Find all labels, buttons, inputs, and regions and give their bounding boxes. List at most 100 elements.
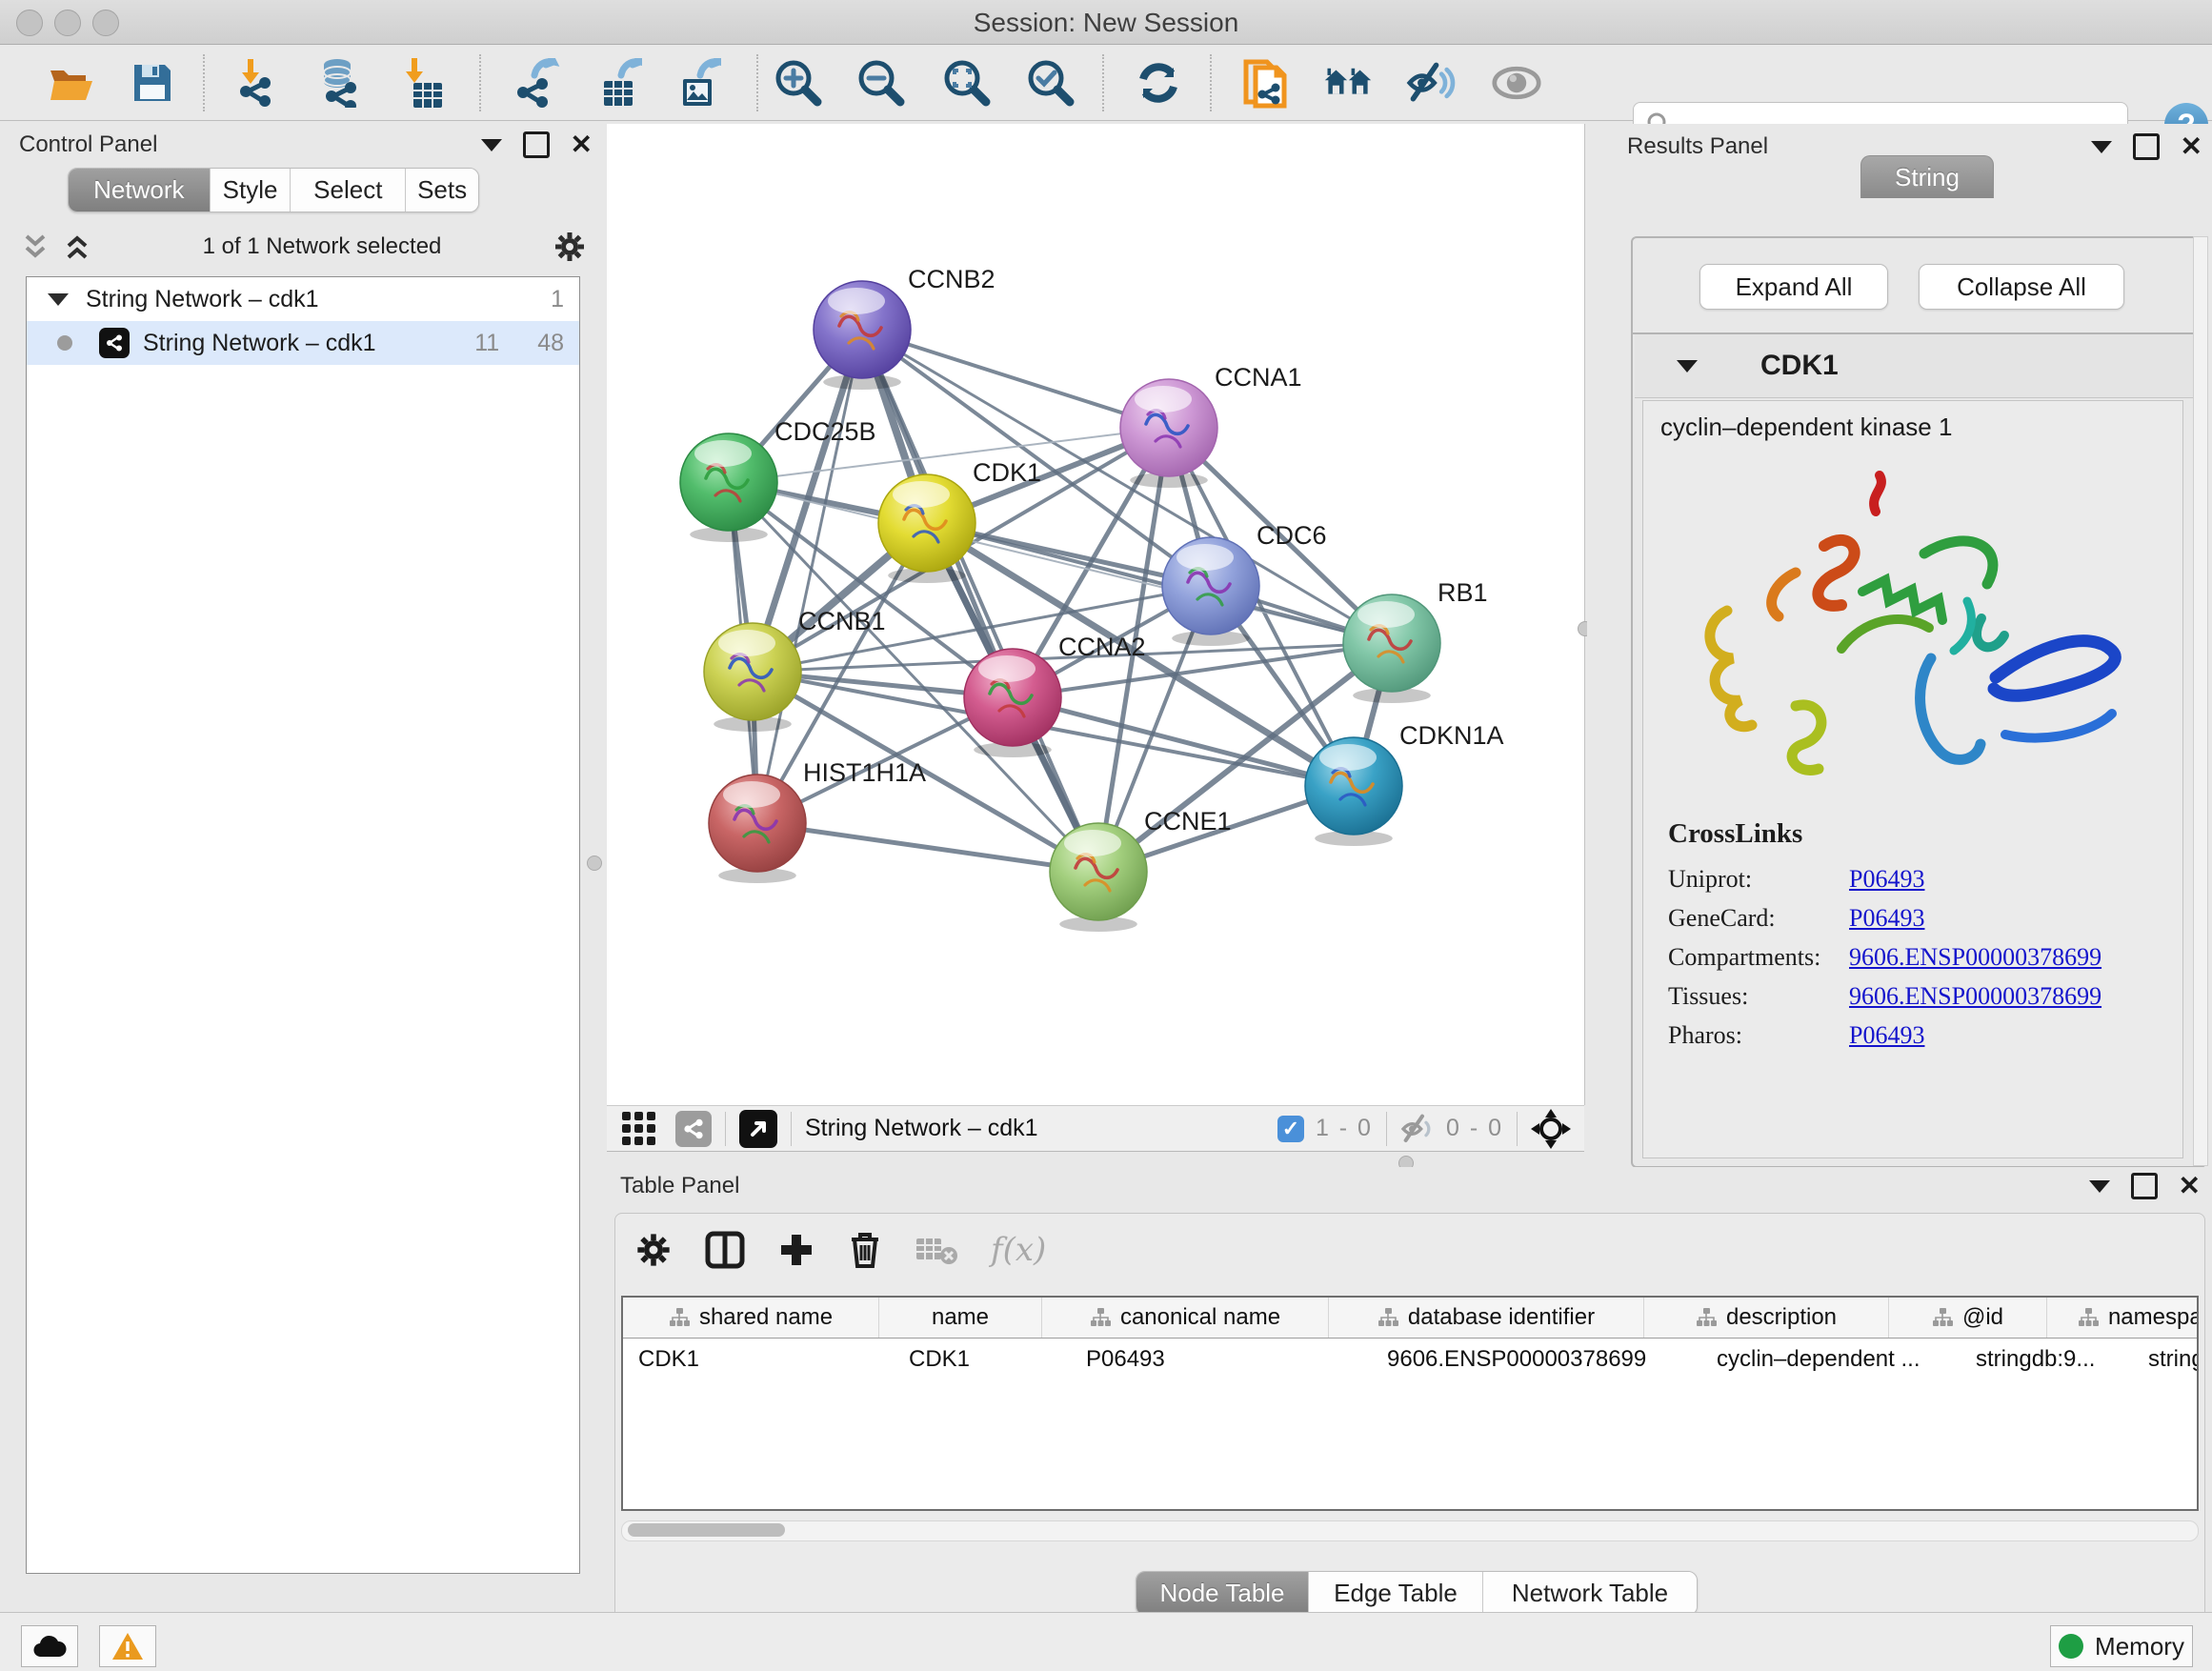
warnings-button[interactable] <box>99 1625 156 1667</box>
column-header-database-identifier[interactable]: database identifier <box>1329 1298 1644 1338</box>
panel-float-icon[interactable] <box>2133 133 2160 160</box>
table-cell[interactable]: P06493 <box>1071 1339 1372 1380</box>
network-row-selected[interactable]: String Network – cdk1 11 48 <box>27 321 579 365</box>
panel-close-icon[interactable]: ✕ <box>2179 1176 2201 1197</box>
export-image-button[interactable] <box>674 58 723 108</box>
panel-close-icon[interactable]: ✕ <box>2181 136 2202 157</box>
zoom-out-button[interactable] <box>856 58 906 108</box>
houses-icon <box>1323 61 1373 105</box>
collection-expand-icon[interactable] <box>48 293 69 306</box>
panel-float-icon[interactable] <box>523 131 550 158</box>
hide-views-button[interactable] <box>1406 58 1456 108</box>
results-panel: Results Panel ✕ String Expand All Collap… <box>1587 124 2212 1167</box>
collapse-all-icon[interactable] <box>21 232 50 261</box>
import-network-from-database-button[interactable] <box>315 58 365 108</box>
selected-checkbox-icon[interactable]: ✓ <box>1277 1116 1304 1142</box>
import-network-button[interactable] <box>232 58 282 108</box>
import-table-button[interactable] <box>398 58 448 108</box>
network-edge[interactable] <box>862 330 1098 872</box>
gene-description: cyclin–dependent kinase 1 <box>1660 413 1952 442</box>
table-cell[interactable]: stringdb:9... <box>1961 1339 2133 1380</box>
hidden-counts: 0 - 0 <box>1446 1115 1503 1142</box>
network-node[interactable]: CCNB1 <box>704 607 886 732</box>
import-string-network-button[interactable] <box>1242 58 1292 108</box>
birdseye-crosshair-icon[interactable] <box>1531 1109 1571 1149</box>
grid-view-icon[interactable] <box>620 1110 658 1148</box>
network-node[interactable]: CDKN1A <box>1305 721 1504 846</box>
expand-all-icon[interactable] <box>63 232 91 261</box>
save-session-button[interactable] <box>128 58 177 108</box>
results-scrollbar[interactable] <box>2193 236 2208 1166</box>
collapse-all-button[interactable]: Collapse All <box>1919 264 2124 310</box>
vertical-splitter-handle[interactable] <box>587 856 602 871</box>
network-collection-row[interactable]: String Network – cdk1 1 <box>27 277 579 321</box>
network-view-title: String Network – cdk1 <box>805 1115 1038 1142</box>
zoom-fit-button[interactable] <box>942 58 992 108</box>
expand-all-button[interactable]: Expand All <box>1699 264 1888 310</box>
export-table-button[interactable] <box>594 58 644 108</box>
table-cell[interactable]: CDK1 <box>623 1339 894 1380</box>
show-all-views-button[interactable] <box>1323 58 1373 108</box>
table-cell[interactable]: stringdb <box>2133 1339 2199 1380</box>
crosslink-link[interactable]: P06493 <box>1849 865 1924 894</box>
tab-select[interactable]: Select <box>290 169 405 211</box>
column-header--id[interactable]: @id <box>1889 1298 2047 1338</box>
column-header-namespace[interactable]: namespace <box>2047 1298 2199 1338</box>
panel-menu-icon[interactable] <box>2089 1180 2110 1193</box>
network-node[interactable]: CDC6 <box>1162 521 1327 646</box>
zoom-in-button[interactable] <box>774 58 823 108</box>
table-cell[interactable]: cyclin–dependent ... <box>1701 1339 1961 1380</box>
show-view-button[interactable] <box>1492 58 1541 108</box>
network-view-canvas[interactable]: CCNB2CCNA1CDC25BCDK1CDC6RB1CCNB1CCNA2CDK… <box>607 124 1585 1105</box>
tab-string[interactable]: String <box>1860 155 1994 198</box>
network-overview-icon[interactable] <box>675 1111 712 1147</box>
panel-menu-icon[interactable] <box>2091 141 2112 153</box>
table-row[interactable]: CDK1CDK1P064939606.ENSP00000378699cyclin… <box>623 1339 2197 1380</box>
column-header-canonical-name[interactable]: canonical name <box>1042 1298 1329 1338</box>
tab-edge-table[interactable]: Edge Table <box>1308 1572 1482 1615</box>
detach-view-icon[interactable] <box>739 1110 777 1148</box>
gene-section-header[interactable]: CDK1 <box>1635 334 2202 398</box>
tab-style[interactable]: Style <box>210 169 291 211</box>
network-node[interactable]: HIST1H1A <box>709 758 926 883</box>
delete-table-icon[interactable] <box>915 1233 958 1267</box>
panel-float-icon[interactable] <box>2131 1173 2158 1199</box>
gene-expand-icon[interactable] <box>1677 360 1698 372</box>
delete-column-icon[interactable] <box>848 1230 882 1270</box>
function-builder-icon[interactable]: f(x) <box>991 1231 1046 1269</box>
eye-disabled-icon <box>1492 63 1541 103</box>
memory-button[interactable]: Memory <box>2050 1625 2193 1667</box>
network-edge[interactable] <box>757 823 1098 872</box>
column-header-description[interactable]: description <box>1644 1298 1889 1338</box>
table-settings-gear-icon[interactable] <box>634 1231 673 1269</box>
open-session-button[interactable] <box>47 58 96 108</box>
tab-node-table[interactable]: Node Table <box>1136 1572 1308 1615</box>
crosslink-link[interactable]: 9606.ENSP00000378699 <box>1849 943 2101 972</box>
table-cell[interactable]: CDK1 <box>894 1339 1071 1380</box>
add-column-icon[interactable] <box>777 1231 815 1269</box>
network-edge[interactable] <box>757 330 862 823</box>
crosslink-link[interactable]: P06493 <box>1849 1021 1924 1050</box>
panel-close-icon[interactable]: ✕ <box>571 134 593 155</box>
export-network-button[interactable] <box>513 58 562 108</box>
gear-icon[interactable] <box>553 230 587 264</box>
refresh-button[interactable] <box>1134 58 1183 108</box>
network-node[interactable]: CCNB2 <box>814 265 995 390</box>
column-header-shared-name[interactable]: shared name <box>623 1298 879 1338</box>
tab-sets[interactable]: Sets <box>405 169 478 211</box>
network-node[interactable]: CDC25B <box>680 417 876 542</box>
table-cell[interactable]: 9606.ENSP00000378699 <box>1372 1339 1701 1380</box>
table-horizontal-scrollbar[interactable] <box>621 1520 2199 1541</box>
database-network-icon <box>316 58 364 108</box>
tab-network[interactable]: Network <box>69 169 210 211</box>
scrollbar-thumb[interactable] <box>628 1523 785 1537</box>
column-header-name[interactable]: name <box>879 1298 1042 1338</box>
cloud-button[interactable] <box>21 1625 78 1667</box>
crosslink-link[interactable]: P06493 <box>1849 904 1924 933</box>
panel-menu-icon[interactable] <box>481 139 502 151</box>
tab-network-table[interactable]: Network Table <box>1482 1572 1697 1615</box>
show-columns-icon[interactable] <box>705 1231 745 1269</box>
network-node[interactable]: RB1 <box>1343 578 1488 703</box>
zoom-selected-button[interactable] <box>1026 58 1076 108</box>
crosslink-link[interactable]: 9606.ENSP00000378699 <box>1849 982 2101 1011</box>
